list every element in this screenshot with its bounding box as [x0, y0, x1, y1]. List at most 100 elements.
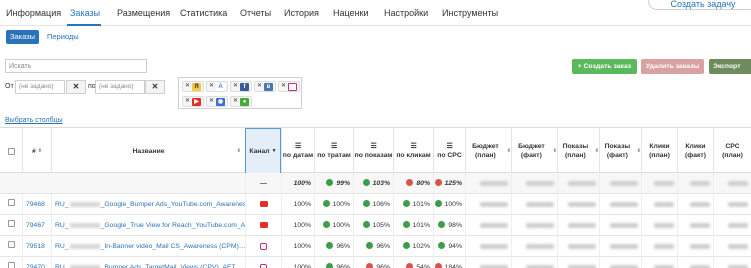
- blurred-value: [641, 194, 677, 215]
- row-checkbox[interactable]: [0, 215, 22, 236]
- choose-columns-link[interactable]: Выбрать столбцы: [5, 117, 63, 124]
- clear-from-button[interactable]: ✕: [66, 80, 86, 94]
- blurred-value: [511, 173, 557, 194]
- index-icon: ☰: [294, 143, 302, 150]
- tab-tools[interactable]: Инструменты: [442, 8, 498, 18]
- index-clicks: 101%: [393, 194, 433, 215]
- table-row[interactable]: 79468 RU_ _Google_Bumper Ads_YouTube.com_A…: [0, 194, 751, 215]
- delete-orders-button[interactable]: Удалить заказы: [641, 59, 704, 74]
- summary-by-impr-value: 103%: [372, 180, 390, 187]
- subtab-periods[interactable]: Периоды: [47, 30, 79, 44]
- channel-chip-instagram[interactable]: ✕: [278, 81, 300, 92]
- order-name-suffix: _Bumper Ads_TargetMail_Views (CPV)_AFT…: [100, 264, 243, 268]
- order-id-link[interactable]: 79467: [22, 215, 51, 236]
- tab-info[interactable]: Информация: [6, 8, 61, 18]
- col-cpc-plan[interactable]: CPC (план): [713, 128, 751, 174]
- checkbox[interactable]: [7, 147, 15, 155]
- checkbox[interactable]: [7, 220, 15, 227]
- table-row[interactable]: 79518 RU_ _In-Banner video_Mail CS_Awarene…: [0, 236, 751, 257]
- channel-chip-vk[interactable]: ✕ в: [254, 81, 276, 92]
- order-name-link[interactable]: RU_ _In-Banner video_Mail CS_Awareness (C…: [51, 236, 245, 257]
- col-budget-plan[interactable]: Бюджет (план) ⬍: [465, 128, 511, 174]
- table-row[interactable]: 79467 RU_ _Google_True View for Reach_YouT…: [0, 215, 751, 236]
- tab-markups[interactable]: Наценки: [333, 8, 369, 18]
- create-order-button[interactable]: + Создать заказ: [572, 59, 637, 74]
- blurred-value: [713, 215, 751, 236]
- tab-placements[interactable]: Размещения: [117, 8, 170, 18]
- index-dates: 100%: [281, 194, 314, 215]
- export-button[interactable]: Экспорт: [709, 59, 751, 74]
- index-clicks: 54%: [393, 257, 433, 268]
- channel-chip-youtube[interactable]: ✕ ▶: [182, 96, 204, 107]
- order-id-link[interactable]: 79468: [22, 194, 51, 215]
- index-dates-value: 100%: [293, 243, 311, 250]
- warning-status-icon: [434, 262, 442, 268]
- col-budget-fact[interactable]: Бюджет (факт) ⬍: [511, 128, 557, 174]
- table-row[interactable]: 79470 RU_ _Bumper Ads_TargetMail_Views (CP…: [0, 257, 751, 268]
- col-clicks-fact[interactable]: Клики (факт): [677, 128, 713, 174]
- row-checkbox[interactable]: [0, 257, 22, 268]
- select-all-checkbox[interactable]: [0, 128, 22, 174]
- order-name-link[interactable]: RU_ _Google_True View for Reach_YouTube.c…: [51, 215, 245, 236]
- col-by-clicks[interactable]: ☰ по кликам: [393, 128, 433, 174]
- channel-chip-other[interactable]: ✕ ●: [230, 96, 252, 107]
- col-cpc-index[interactable]: ☰ по CPC: [433, 128, 465, 174]
- blurred-value: [599, 173, 641, 194]
- blurred-value: [511, 215, 557, 236]
- tab-settings[interactable]: Настройки: [384, 8, 428, 18]
- channel-chip-yandex[interactable]: ✕ Я: [182, 81, 204, 92]
- tab-statistics[interactable]: Статистика: [180, 8, 227, 18]
- index-impr-value: 105%: [372, 222, 390, 229]
- col-impr-fact[interactable]: Показы (факт) ⬍: [599, 128, 641, 174]
- clear-to-button[interactable]: ✕: [145, 80, 165, 94]
- checkbox[interactable]: [7, 199, 15, 206]
- col-impr-plan[interactable]: Показы (план) ⬍: [557, 128, 599, 174]
- index-cpc: 98%: [433, 215, 465, 236]
- blurred-value: [713, 236, 751, 257]
- col-channel[interactable]: Канал ▼: [245, 128, 281, 174]
- index-clicks-value: 101%: [412, 222, 430, 229]
- row-checkbox[interactable]: [0, 194, 22, 215]
- blurred-value: [641, 236, 677, 257]
- channel-cell: [245, 236, 281, 257]
- col-id[interactable]: # ⬍: [22, 128, 51, 174]
- checkbox[interactable]: [7, 262, 15, 268]
- date-from-field[interactable]: (не задано): [15, 80, 65, 94]
- col-by-spend[interactable]: ☰ по тратам: [314, 128, 353, 174]
- blurred-value: [465, 215, 511, 236]
- blurred-value: [641, 173, 677, 194]
- ok-status-icon: [326, 178, 334, 186]
- index-clicks-value: 101%: [412, 201, 430, 208]
- order-name-link[interactable]: RU_ _Google_Bumper Ads_YouTube.com_Awaren…: [51, 194, 245, 215]
- create-task-button[interactable]: Создать задачу: [648, 0, 751, 10]
- order-name-link[interactable]: RU_ _Bumper Ads_TargetMail_Views (CPV)_AF…: [51, 257, 245, 268]
- blurred-value: [713, 173, 751, 194]
- checkbox[interactable]: [7, 241, 15, 248]
- col-by-impressions[interactable]: ☰ по показам: [353, 128, 393, 174]
- col-by-dates[interactable]: ☰ по датам: [281, 128, 314, 174]
- blurred-value: [557, 215, 599, 236]
- subtab-orders[interactable]: Заказы: [6, 30, 39, 44]
- tab-history[interactable]: История: [284, 8, 319, 18]
- date-to-field[interactable]: (не задано): [95, 80, 145, 94]
- summary-by-clicks-value: 80%: [416, 180, 430, 187]
- tab-orders[interactable]: Заказы: [70, 8, 100, 18]
- blurred-value: [465, 194, 511, 215]
- channel-chip-mytarget[interactable]: ✕ ◉: [206, 96, 228, 107]
- channel-chip-facebook[interactable]: ✕ f: [230, 81, 252, 92]
- col-by-clicks-label: по кликам: [396, 152, 431, 159]
- search-input[interactable]: [5, 59, 147, 73]
- summary-row: — 100% 99% 103% 80% 125%: [0, 173, 751, 194]
- summary-by-spend-value: 99%: [336, 180, 350, 187]
- col-name[interactable]: Название ⬍: [51, 128, 245, 174]
- col-clicks-plan[interactable]: Клики (план): [641, 128, 677, 174]
- ok-status-icon: [366, 241, 374, 249]
- index-spend: 100%: [314, 215, 353, 236]
- row-checkbox[interactable]: [0, 236, 22, 257]
- order-id-link[interactable]: 79470: [22, 257, 51, 268]
- channel-chip-google[interactable]: ✕ A: [206, 81, 228, 92]
- google-ads-icon: A: [216, 83, 225, 91]
- channel-cell: [245, 215, 281, 236]
- tab-reports[interactable]: Отчеты: [240, 8, 271, 18]
- order-id-link[interactable]: 79518: [22, 236, 51, 257]
